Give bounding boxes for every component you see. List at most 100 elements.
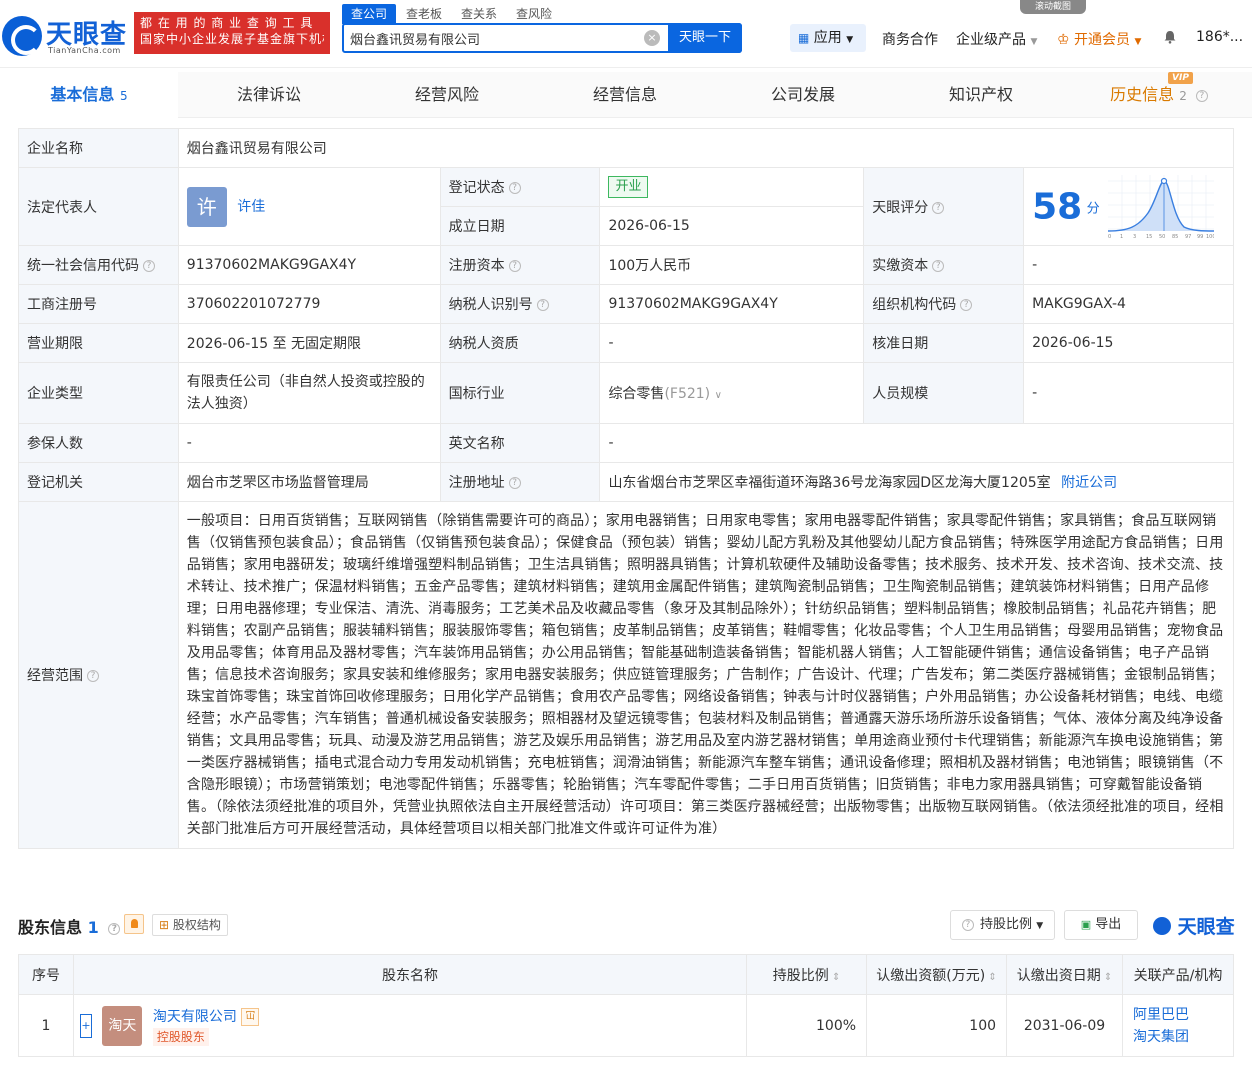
help-icon[interactable]: ? [508,260,521,272]
score-distribution-chart: 0 1 3 15 50 85 97 99 100 [1108,174,1216,240]
scroll-screenshot-button[interactable]: 滚动截图 [1020,0,1086,14]
equity-structure-button[interactable]: ⊞ 股权结构 [152,914,228,936]
insured-value: - [177,423,441,463]
nav-vip[interactable]: ♔ 开通会员 ▼ [1057,29,1141,49]
tab-history[interactable]: 历史信息 2 ? [1070,72,1248,118]
holder-name-badge[interactable]: 冚 [241,1007,260,1026]
col-index: 序号 [18,954,74,995]
holder-name-link[interactable]: 淘天有限公司 [153,1006,237,1026]
paid-capital-label: 实缴资本? [863,245,1025,285]
legal-rep-link[interactable]: 许佳 [237,199,265,215]
help-icon[interactable]: ? [108,922,121,935]
nearby-companies-link[interactable]: 附近公司 [1061,475,1117,491]
shareholders-title: 股东信息 1 ? [18,914,121,938]
paid-capital-label-text: 实缴资本 [872,258,929,274]
holder-type-tag: 控股股东 [152,1027,209,1046]
search-tab-boss[interactable]: 查老板 [406,4,442,24]
basic-info-table: 企业名称 烟台鑫讯贸易有限公司 法定代表人 许 许佳 登记状态? 开业 天眼评分… [18,128,1235,849]
status-badge: 开业 [608,176,649,198]
biz-term-value: 2026-06-15 至 无固定期限 [177,323,441,363]
slogan-line-2: 国家中小企业发展子基金旗下机构 [140,32,324,46]
nav-business-cooperation[interactable]: 商务合作 [882,29,938,49]
help-icon[interactable]: ? [508,477,521,489]
score-tick: 1 [1120,234,1123,239]
tab-basic-info[interactable]: 基本信息 5 [0,72,178,118]
logo-eye-icon [1153,917,1171,935]
search-tab-company[interactable]: 查公司 [342,4,397,24]
staff-size-value: - [1023,362,1234,424]
score-tick: 50 [1159,234,1165,239]
holder-date: 2031-06-09 [1006,994,1123,1057]
col-holder-name: 股东名称 [72,954,748,995]
monitor-bell-icon[interactable] [124,914,144,934]
related-link[interactable]: 淘天集团 [1133,1029,1189,1045]
logo-subtext: TianYanCha.com [48,46,121,55]
user-account[interactable]: 186*... [1196,29,1243,45]
export-button[interactable]: ▣ 导出 [1064,910,1138,940]
col-related: 关联产品/机构 [1121,954,1235,995]
sort-icon: ⇕ [985,971,997,983]
nav-enterprise-products[interactable]: 企业级产品 ▼ [956,29,1037,49]
tianyancha-logo[interactable]: 天眼查 TianYanCha.com [2,12,130,56]
help-icon: ? [961,918,974,931]
reg-status-label-text: 登记状态 [448,180,505,196]
score-cell[interactable]: 58 分 0 1 3 15 50 85 97 99 100 [1023,167,1234,246]
help-icon[interactable]: ? [87,670,99,682]
ratio-sort-dropdown[interactable]: ? 持股比例 ▼ [950,910,1055,940]
search-box: × 天眼一下 [342,23,742,53]
apps-label: 应用 [813,30,842,46]
table-row: 1 + 淘天 淘天有限公司 冚 控股股东 100% 100 2031-06-09… [18,994,1235,1057]
help-icon[interactable]: ? [932,201,945,214]
search-input[interactable] [350,28,630,48]
paid-capital-value: - [1023,245,1234,285]
search-tab-risk[interactable]: 查风险 [516,4,552,24]
legal-rep-avatar[interactable]: 许 [186,186,227,227]
clear-icon[interactable]: × [644,30,660,46]
search-button[interactable]: 天眼一下 [668,23,742,53]
tab-operation[interactable]: 经营信息 [536,72,714,118]
industry-cell[interactable]: 综合零售(F521) ∨ [599,362,865,424]
est-date-value: 2026-06-15 [599,206,865,246]
credit-code-value: 91370602MAKG9GAX4Y [177,245,441,285]
reg-authority-label: 登记机关 [18,462,179,502]
tab-development[interactable]: 公司发展 [714,72,892,118]
score-value: 58 [1032,186,1083,227]
credit-code-label-text: 统一社会信用代码 [27,258,139,274]
chevron-down-icon: ∨ [714,390,722,401]
score-tick: 3 [1133,234,1136,239]
tab-legal[interactable]: 法律诉讼 [180,72,358,118]
english-name-label: 英文名称 [439,423,601,463]
col-amount[interactable]: 认缴出资额(万元) ⇕ [866,954,1008,995]
help-icon[interactable]: ? [536,299,549,311]
score-tick: 97 [1185,234,1191,239]
tab-risk[interactable]: 经营风险 [358,72,536,118]
holder-amount: 100 [866,994,1008,1057]
apps-menu-button[interactable]: ▦ 应用 ▼ [790,24,866,52]
expand-button[interactable]: + [79,1013,92,1038]
help-icon[interactable]: ? [932,260,945,272]
sort-icon: ⇕ [828,971,841,983]
col-date[interactable]: 认缴出资日期 ⇕ [1006,954,1123,995]
holder-info: 淘天有限公司 冚 控股股东 [152,1006,260,1046]
taxpayer-qual-value: - [599,323,865,363]
industry-value: 综合零售 [608,386,665,402]
reg-address-value: 山东省烟台市芝罘区幸福街道环海路36号龙海家园D区龙海大厦1205室 [608,475,1051,491]
help-icon[interactable]: ? [143,260,155,272]
tab-ip[interactable]: 知识产权 [892,72,1070,118]
reg-authority-value: 烟台市芝罘区市场监督管理局 [177,462,441,502]
holder-related: 阿里巴巴 淘天集团 [1121,994,1235,1057]
legal-rep-label: 法定代表人 [18,167,179,246]
help-icon[interactable]: ? [960,299,973,311]
reg-capital-label: 注册资本? [439,245,601,285]
holder-ratio: 100% [746,994,868,1057]
related-link[interactable]: 阿里巴巴 [1133,1007,1189,1023]
help-icon[interactable]: ? [508,182,521,194]
approval-date-value: 2026-06-15 [1023,323,1234,363]
bell-icon[interactable] [1163,30,1177,44]
org-code-value: MAKG9GAX-4 [1023,284,1234,324]
col-ratio[interactable]: 持股比例 ⇕ [746,954,868,995]
reg-address-label-text: 注册地址 [448,475,505,491]
taxpayer-id-label: 纳税人识别号? [439,284,601,324]
search-tab-relation[interactable]: 查关系 [461,4,497,24]
org-code-label-text: 组织机构代码 [872,297,957,313]
